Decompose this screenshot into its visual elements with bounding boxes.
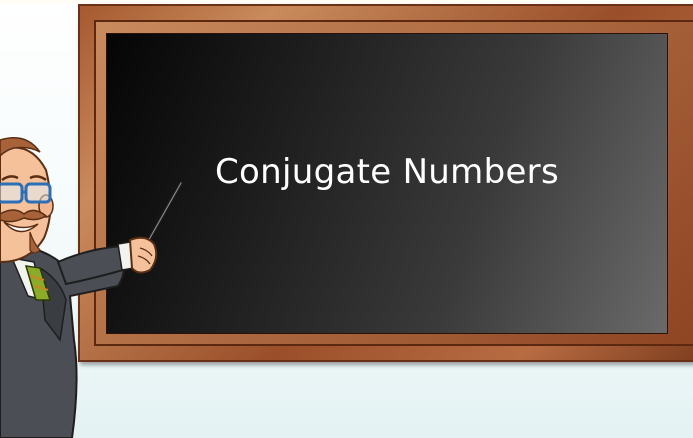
board-title: Conjugate Numbers	[215, 152, 559, 192]
teacher-smile	[3, 221, 39, 233]
teacher-head	[0, 146, 52, 264]
teacher-ear	[38, 194, 54, 218]
teacher-collar	[10, 257, 46, 302]
teacher-tie	[24, 265, 52, 301]
chalkboard: Conjugate Numbers	[106, 33, 668, 334]
glasses-icon	[0, 182, 24, 204]
teacher-hair	[0, 137, 41, 158]
teacher-mustache	[0, 209, 48, 223]
slide-scene: Conjugate Numbers	[0, 0, 693, 438]
